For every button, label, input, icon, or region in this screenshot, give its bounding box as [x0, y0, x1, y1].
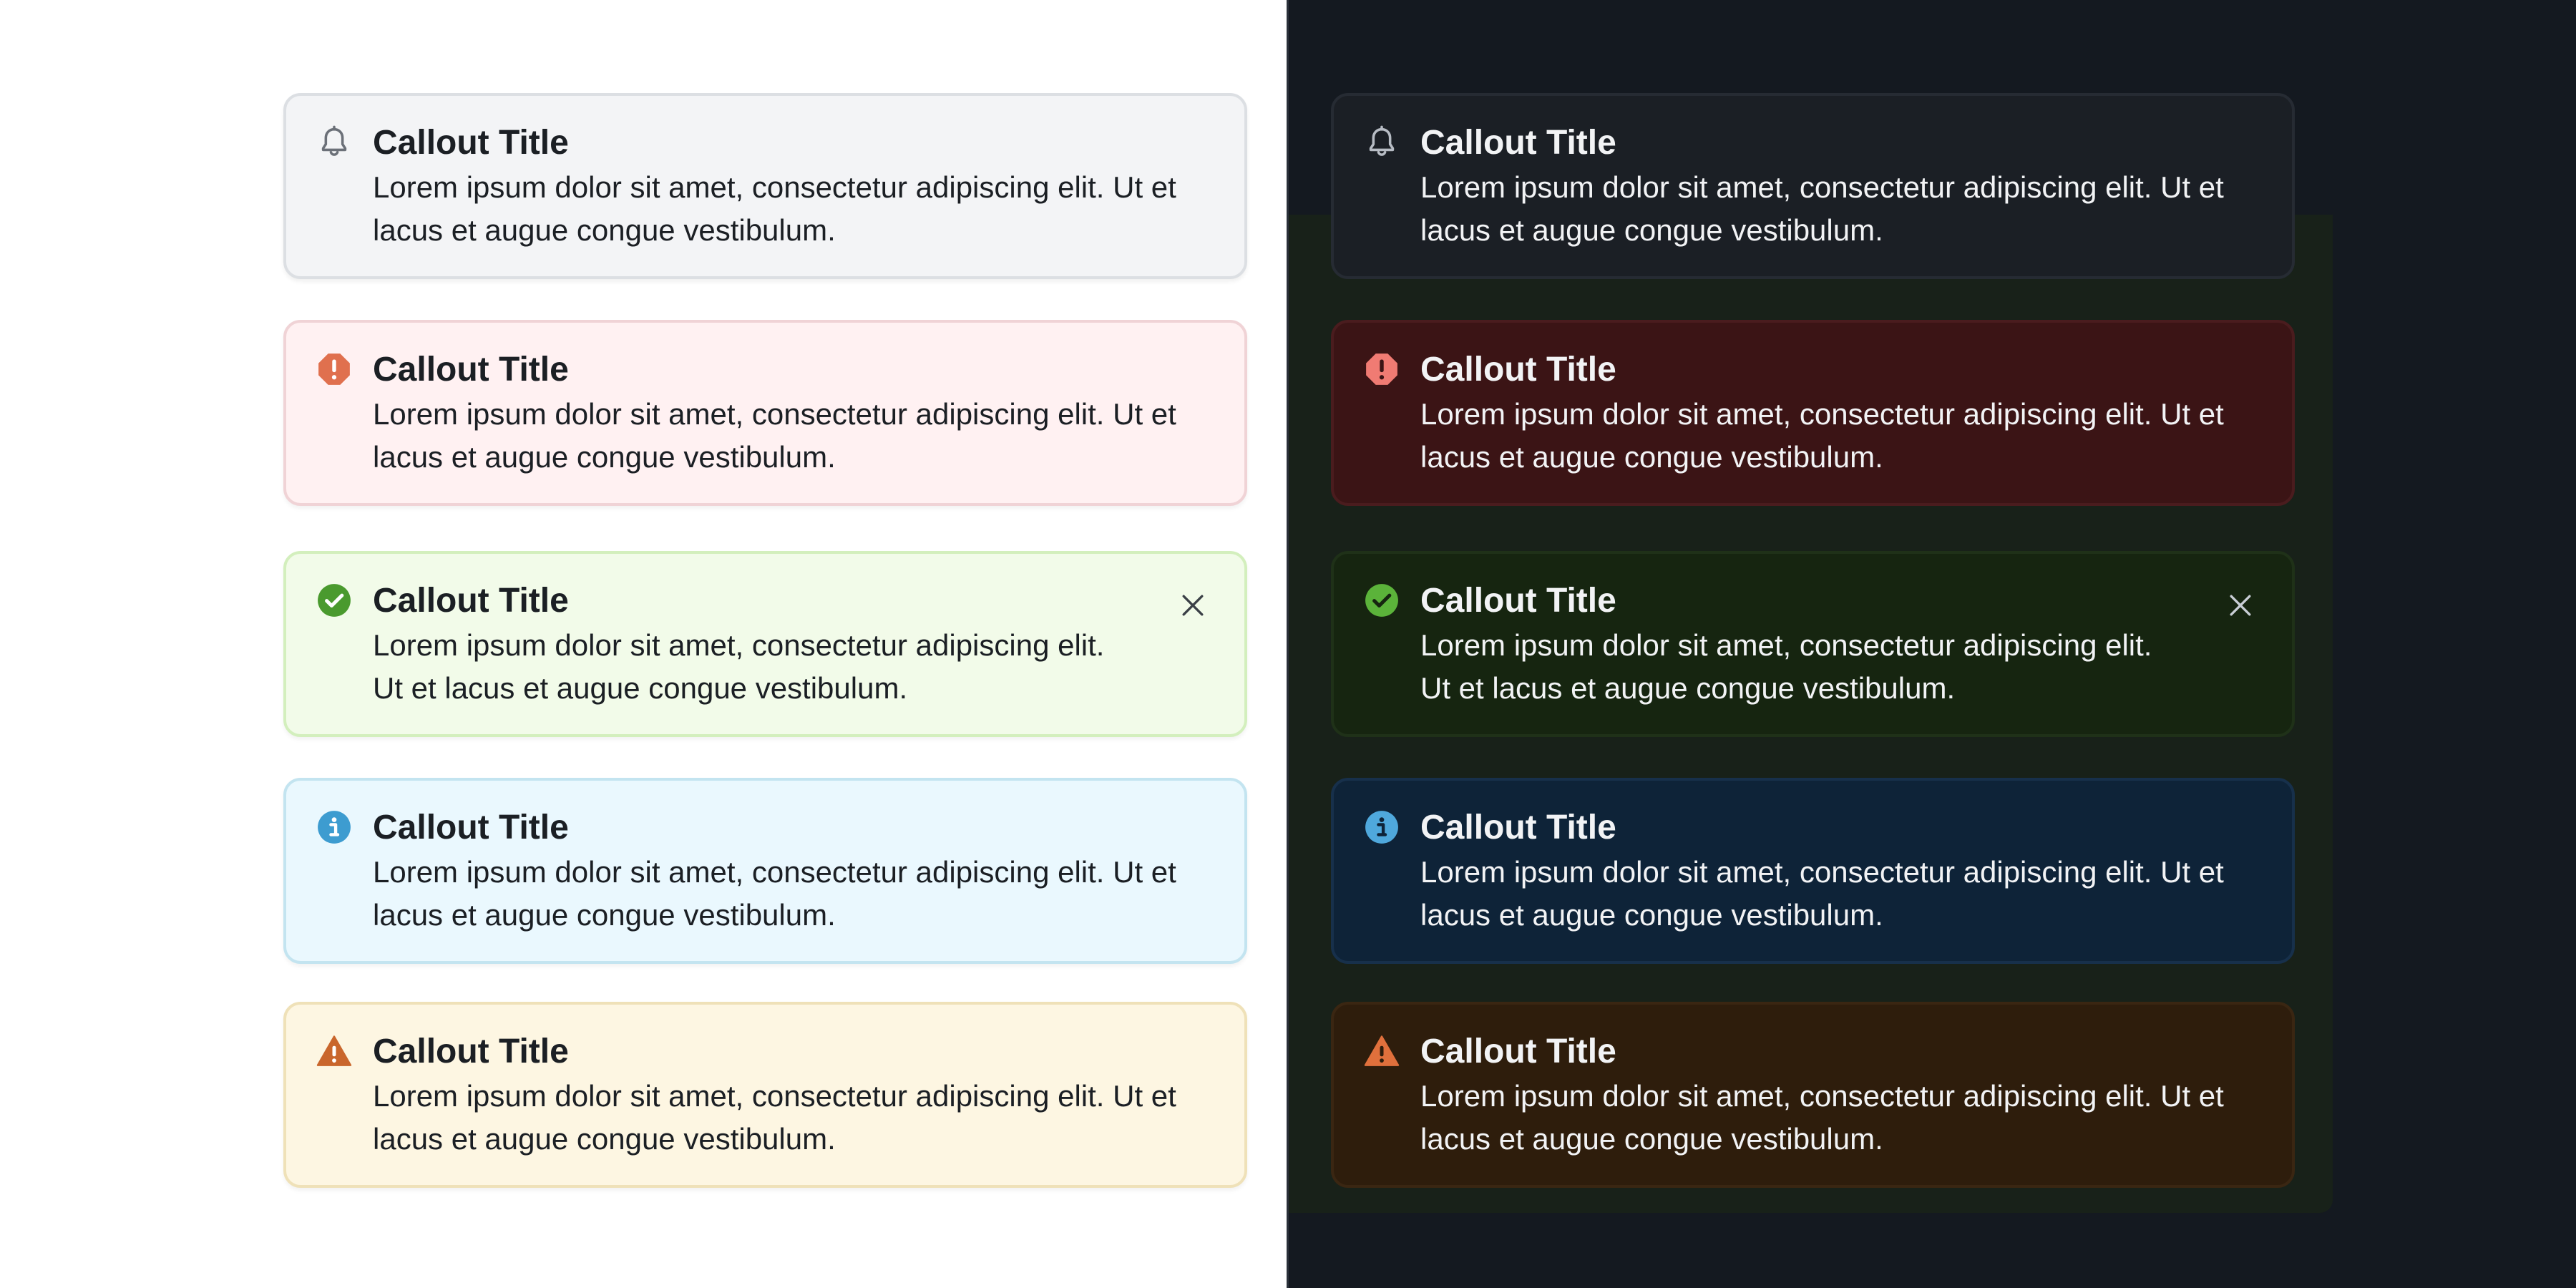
callout-body: Lorem ipsum dolor sit amet, consectetur … [1420, 1079, 2224, 1156]
panel-divider [1287, 0, 1289, 1288]
callout-neutral-light: Callout Title Lorem ipsum dolor sit amet… [283, 93, 1247, 279]
callout-body: Lorem ipsum dolor sit amet, consectetur … [1420, 855, 2224, 932]
callout-title: Callout Title [373, 582, 569, 620]
callout-neutral-dark: Callout Title Lorem ipsum dolor sit amet… [1331, 93, 2295, 279]
info-icon [316, 809, 352, 845]
callout-title: Callout Title [1420, 809, 1616, 847]
callout-warning-light: Callout Title Lorem ipsum dolor sit amet… [283, 1002, 1247, 1188]
callout-title: Callout Title [373, 351, 569, 389]
info-icon [1364, 809, 1400, 845]
callout-info-light: Callout Title Lorem ipsum dolor sit amet… [283, 778, 1247, 964]
callout-body: Lorem ipsum dolor sit amet, consectetur … [373, 628, 1105, 705]
callout-error-light: Callout Title Lorem ipsum dolor sit amet… [283, 320, 1247, 506]
callout-title: Callout Title [373, 124, 569, 162]
callout-success-dark: Callout Title Lorem ipsum dolor sit amet… [1331, 551, 2295, 737]
close-icon[interactable] [1177, 590, 1209, 621]
bell-icon [1364, 125, 1400, 160]
check-circle-icon [1364, 582, 1400, 618]
callout-body: Lorem ipsum dolor sit amet, consectetur … [1420, 170, 2224, 247]
callout-title: Callout Title [1420, 1033, 1616, 1070]
callout-success-light: Callout Title Lorem ipsum dolor sit amet… [283, 551, 1247, 737]
bell-icon [316, 125, 352, 160]
callout-body: Lorem ipsum dolor sit amet, consectetur … [373, 397, 1176, 474]
callout-title: Callout Title [373, 1033, 569, 1070]
callout-info-dark: Callout Title Lorem ipsum dolor sit amet… [1331, 778, 2295, 964]
close-icon[interactable] [2225, 590, 2256, 621]
callout-title: Callout Title [1420, 124, 1616, 162]
callout-body: Lorem ipsum dolor sit amet, consectetur … [373, 855, 1176, 932]
error-icon [316, 351, 352, 387]
callout-title: Callout Title [1420, 351, 1616, 389]
callout-body: Lorem ipsum dolor sit amet, consectetur … [1420, 628, 2152, 705]
check-circle-icon [316, 582, 352, 618]
error-icon [1364, 351, 1400, 387]
callout-body: Lorem ipsum dolor sit amet, consectetur … [373, 1079, 1176, 1156]
callout-warning-dark: Callout Title Lorem ipsum dolor sit amet… [1331, 1002, 2295, 1188]
callout-error-dark: Callout Title Lorem ipsum dolor sit amet… [1331, 320, 2295, 506]
callout-body: Lorem ipsum dolor sit amet, consectetur … [373, 170, 1176, 247]
callout-title: Callout Title [1420, 582, 1616, 620]
callout-title: Callout Title [373, 809, 569, 847]
warning-icon [316, 1033, 352, 1069]
callout-body: Lorem ipsum dolor sit amet, consectetur … [1420, 397, 2224, 474]
warning-icon [1364, 1033, 1400, 1069]
